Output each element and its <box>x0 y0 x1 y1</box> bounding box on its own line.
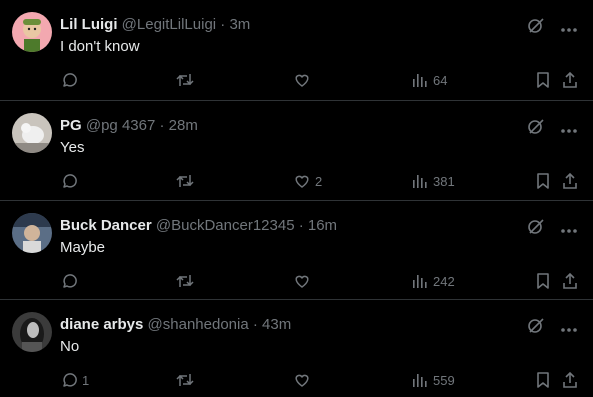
separator-dot: · <box>298 217 304 234</box>
avatar[interactable] <box>12 113 52 153</box>
repost-button[interactable] <box>175 269 195 293</box>
post-1[interactable]: Lil Luigi @LegitLilLuigi · 3m I don't kn… <box>0 0 593 101</box>
views-button[interactable]: 64 <box>411 68 447 92</box>
bookmark-icon <box>535 71 551 89</box>
analytics-icon <box>411 371 429 389</box>
grok-icon[interactable] <box>527 217 545 240</box>
bookmark-icon <box>535 371 551 389</box>
action-bar: 242 <box>60 269 579 293</box>
avatar[interactable] <box>12 213 52 253</box>
like-button[interactable] <box>293 68 315 92</box>
bookmark-button[interactable] <box>535 269 551 293</box>
post-time[interactable]: 16m <box>308 217 337 234</box>
post-2[interactable]: PG @pg 4367 · 28m Yes 2 381 <box>0 101 593 201</box>
user-handle[interactable]: @LegitLilLuigi <box>122 16 216 33</box>
repost-button[interactable] <box>175 368 195 392</box>
view-count: 64 <box>433 72 448 88</box>
action-bar: 64 <box>60 68 579 92</box>
post-4[interactable]: diane arbys @shanhedonia · 43m No 1 559 <box>0 300 593 397</box>
view-count: 381 <box>433 173 455 189</box>
bookmark-icon <box>535 272 551 290</box>
post-header: Lil Luigi @LegitLilLuigi · 3m <box>60 15 250 35</box>
reply-icon <box>60 272 78 290</box>
like-count: 2 <box>315 173 323 189</box>
share-icon <box>561 272 579 290</box>
views-button[interactable]: 242 <box>411 269 455 293</box>
views-button[interactable]: 381 <box>411 169 455 193</box>
views-button[interactable]: 559 <box>411 368 455 392</box>
like-button[interactable] <box>293 368 315 392</box>
reply-button[interactable] <box>60 169 82 193</box>
post-time[interactable]: 3m <box>229 16 250 33</box>
heart-icon <box>293 71 311 89</box>
action-bar: 1 559 <box>60 368 579 392</box>
share-button[interactable] <box>561 368 579 392</box>
avatar[interactable] <box>12 12 52 52</box>
replies-feed: Lil Luigi @LegitLilLuigi · 3m I don't kn… <box>0 0 593 397</box>
more-options-icon[interactable] <box>561 220 577 238</box>
bookmark-button[interactable] <box>535 169 551 193</box>
avatar[interactable] <box>12 312 52 352</box>
view-count: 559 <box>433 372 455 388</box>
grok-icon[interactable] <box>527 117 545 140</box>
repost-icon <box>175 71 195 89</box>
more-options-icon[interactable] <box>561 120 577 138</box>
reply-button[interactable]: 1 <box>60 368 89 392</box>
share-icon <box>561 371 579 389</box>
analytics-icon <box>411 71 429 89</box>
heart-icon <box>293 371 311 389</box>
action-bar: 2 381 <box>60 169 579 193</box>
separator-dot: · <box>159 117 165 134</box>
repost-icon <box>175 172 195 190</box>
grok-icon[interactable] <box>527 16 545 39</box>
repost-button[interactable] <box>175 169 195 193</box>
post-text: Yes <box>60 139 85 156</box>
post-text: Maybe <box>60 239 106 256</box>
separator-dot: · <box>220 16 226 33</box>
separator-dot: · <box>252 316 258 333</box>
display-name[interactable]: Lil Luigi <box>60 16 118 33</box>
share-button[interactable] <box>561 169 579 193</box>
reply-icon <box>60 71 78 89</box>
post-header: diane arbys @shanhedonia · 43m <box>60 315 291 335</box>
repost-button[interactable] <box>175 68 195 92</box>
bookmark-icon <box>535 172 551 190</box>
heart-icon <box>293 272 311 290</box>
post-text: I don't know <box>60 38 140 55</box>
bookmark-button[interactable] <box>535 368 551 392</box>
grok-icon[interactable] <box>527 316 545 339</box>
more-options-icon[interactable] <box>561 319 577 337</box>
view-count: 242 <box>433 273 455 289</box>
reply-button[interactable] <box>60 269 82 293</box>
repost-icon <box>175 371 195 389</box>
bookmark-button[interactable] <box>535 68 551 92</box>
display-name[interactable]: PG <box>60 117 82 134</box>
post-time[interactable]: 28m <box>169 117 198 134</box>
share-button[interactable] <box>561 269 579 293</box>
post-text: No <box>60 338 80 355</box>
reply-icon <box>60 371 78 389</box>
reply-button[interactable] <box>60 68 82 92</box>
share-button[interactable] <box>561 68 579 92</box>
post-header: Buck Dancer @BuckDancer12345 · 16m <box>60 216 337 236</box>
analytics-icon <box>411 272 429 290</box>
repost-icon <box>175 272 195 290</box>
share-icon <box>561 71 579 89</box>
heart-icon <box>293 172 311 190</box>
display-name[interactable]: diane arbys <box>60 316 143 333</box>
more-options-icon[interactable] <box>561 19 577 37</box>
post-3[interactable]: Buck Dancer @BuckDancer12345 · 16m Maybe <box>0 201 593 300</box>
post-time[interactable]: 43m <box>262 316 291 333</box>
like-button[interactable]: 2 <box>293 169 322 193</box>
user-handle[interactable]: @shanhedonia <box>148 316 249 333</box>
reply-icon <box>60 172 78 190</box>
display-name[interactable]: Buck Dancer <box>60 217 152 234</box>
analytics-icon <box>411 172 429 190</box>
user-handle[interactable]: @pg 4367 <box>86 117 155 134</box>
share-icon <box>561 172 579 190</box>
post-header: PG @pg 4367 · 28m <box>60 116 198 136</box>
like-button[interactable] <box>293 269 315 293</box>
reply-count: 1 <box>82 372 90 388</box>
user-handle[interactable]: @BuckDancer12345 <box>156 217 295 234</box>
